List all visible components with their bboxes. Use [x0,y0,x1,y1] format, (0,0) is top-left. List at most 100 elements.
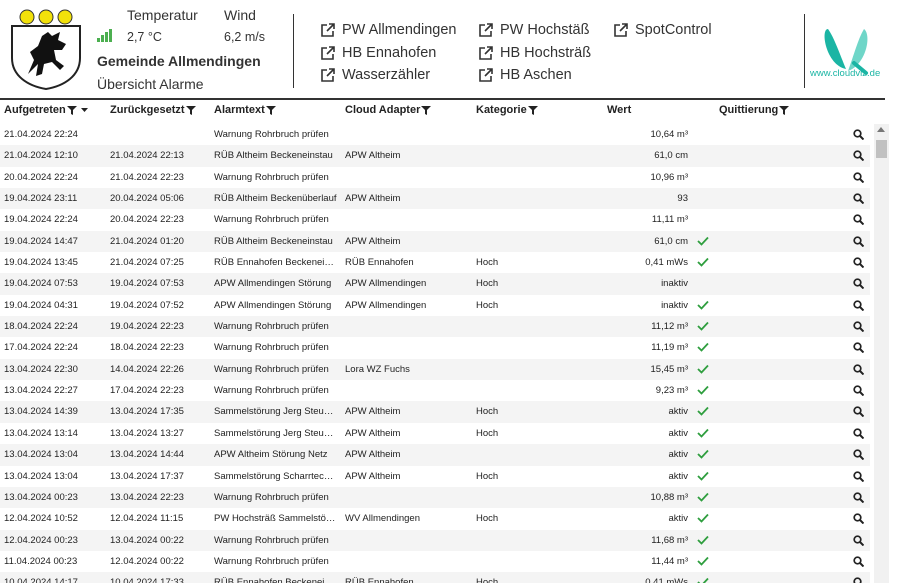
table-row[interactable]: 13.04.2024 00:23 13.04.2024 22:23 Warnung … [0,486,870,509]
cell-aufgetreten: 11.04.2024 00:23 [4,555,78,567]
magnifier-icon[interactable] [853,236,864,247]
filter-icon[interactable] [265,105,276,115]
cell-alarmtext: Warnung Rohrbruch prüfen [214,534,329,546]
table-row[interactable]: 19.04.2024 14:47 21.04.2024 01:20 RÜB Alth… [0,230,870,253]
link-spotcontrol[interactable]: SpotControl [613,22,712,38]
temperature-value: 2,7 °C [127,30,162,44]
magnifier-icon[interactable] [853,385,864,397]
magnifier-icon[interactable] [853,428,864,439]
cell-wert: 11,11 m³ [651,214,688,226]
column-alarmtext[interactable]: Alarmtext [214,104,276,116]
magnifier-icon[interactable] [853,577,864,583]
table-row[interactable]: 13.04.2024 13:04 13.04.2024 17:37 Sammelst… [0,466,870,487]
table-row[interactable]: 19.04.2024 04:31 19.04.2024 07:52 APW Allm… [0,295,870,316]
external-link-icon [614,23,628,37]
table-row[interactable]: 19.04.2024 23:11 20.04.2024 05:06 RÜB Alth… [0,188,870,210]
cell-alarmtext: APW Altheim Störung Netz [214,449,328,461]
column-quittierung[interactable]: Quittierung [719,104,790,116]
table-row[interactable]: 13.04.2024 22:30 14.04.2024 22:26 Warnung … [0,358,870,381]
table-row[interactable]: 13.04.2024 14:39 13.04.2024 17:35 Sammelst… [0,401,870,423]
magnifier-icon[interactable] [853,321,864,333]
table-row[interactable]: 19.04.2024 07:53 19.04.2024 07:53 APW Allm… [0,273,870,295]
cell-cloud-adapter: APW Altheim [345,449,401,461]
filter-icon[interactable] [779,105,790,115]
acknowledged-check-icon [697,492,709,502]
cell-cloud-adapter: Lora WZ Fuchs [345,363,410,375]
table-row[interactable]: 13.04.2024 13:14 13.04.2024 13:27 Sammelst… [0,423,870,444]
cell-alarmtext: Warnung Rohrbruch prüfen [214,342,329,354]
magnifier-icon[interactable] [853,172,864,183]
scrollbar[interactable] [874,124,889,583]
cell-alarmtext: Sammelstörung Jerg Steuerung [214,406,337,418]
filter-icon[interactable] [185,105,196,115]
table-row[interactable]: 17.04.2024 22:24 18.04.2024 22:23 Warnung … [0,337,870,358]
cell-zurueckgesetzt: 20.04.2024 05:06 [110,193,184,205]
acknowledged-check-icon [697,321,709,331]
cell-wert: 11,44 m³ [651,555,688,567]
cell-wert: 9,23 m³ [655,385,688,397]
magnifier-icon[interactable] [853,300,864,311]
link-label: Wasserzähler [342,67,431,83]
magnifier-icon[interactable] [853,406,864,418]
column-aufgetreten[interactable]: Aufgetreten [4,104,89,116]
scroll-up-arrow-icon[interactable] [877,127,885,132]
magnifier-icon[interactable] [853,257,864,269]
magnifier-icon[interactable] [853,129,864,140]
table-row[interactable]: 11.04.2024 00:23 12.04.2024 00:22 Warnung … [0,551,870,572]
magnifier-icon[interactable] [853,278,864,290]
filter-icon[interactable] [527,105,538,115]
table-row[interactable]: 12.04.2024 10:52 12.04.2024 11:15 PW Hochs… [0,508,870,529]
external-link-icon [321,68,335,82]
link-wasserzaehler[interactable]: Wasserzähler [320,67,430,83]
cell-zurueckgesetzt: 13.04.2024 17:35 [110,406,184,418]
cell-cloud-adapter: RÜB Ennahofen [345,257,414,269]
filter-icon[interactable] [66,105,77,115]
column-zurueckgesetzt[interactable]: Zurückgesetzt [110,104,196,116]
magnifier-icon[interactable] [853,150,864,162]
magnifier-icon[interactable] [853,492,864,503]
cell-aufgetreten: 13.04.2024 13:14 [4,427,78,439]
header-divider [293,14,294,88]
cell-zurueckgesetzt: 21.04.2024 22:23 [110,171,184,183]
magnifier-icon[interactable] [853,534,864,546]
magnifier-icon[interactable] [853,342,864,354]
magnifier-icon[interactable] [853,214,864,226]
magnifier-icon[interactable] [853,449,864,461]
table-row[interactable]: 10.04.2024 14:17 10.04.2024 17:33 RÜB Enna… [0,572,870,583]
cell-wert: aktiv [668,406,688,418]
column-cloud-adapter[interactable]: Cloud Adapter [345,104,432,116]
magnifier-icon[interactable] [853,470,864,482]
table-row[interactable]: 19.04.2024 22:24 20.04.2024 22:23 Warnung … [0,209,870,230]
cell-aufgetreten: 21.04.2024 22:24 [4,129,78,140]
table-row[interactable]: 13.04.2024 22:27 17.04.2024 22:23 Warnung … [0,380,870,401]
link-hb-hochstraess[interactable]: HB Hochsträß [478,45,591,61]
cell-cloud-adapter: APW Altheim [345,470,401,482]
cell-zurueckgesetzt: 19.04.2024 07:52 [110,299,184,311]
link-pw-hochstaess[interactable]: PW Hochstäß [478,22,589,38]
magnifier-icon[interactable] [853,556,864,567]
filter-icon[interactable] [421,105,432,115]
link-hb-ennahofen[interactable]: HB Ennahofen [320,45,436,61]
link-label: SpotControl [635,22,712,38]
link-hb-aschen[interactable]: HB Aschen [478,67,572,83]
table-row[interactable]: 12.04.2024 00:23 13.04.2024 00:22 Warnung … [0,529,870,551]
link-pw-allmendingen[interactable]: PW Allmendingen [320,22,456,38]
cell-wert: 11,12 m³ [651,321,688,333]
magnifier-icon[interactable] [853,364,864,375]
column-wert[interactable]: Wert [607,104,631,116]
table-row[interactable]: 18.04.2024 22:24 19.04.2024 22:23 Warnung … [0,316,870,338]
magnifier-icon[interactable] [853,193,864,205]
wind-value: 6,2 m/s [224,30,265,44]
scrollbar-thumb[interactable] [876,140,887,158]
magnifier-icon[interactable] [853,513,864,525]
cell-aufgetreten: 10.04.2024 14:17 [4,577,78,583]
cell-alarmtext: Warnung Rohrbruch prüfen [214,321,329,333]
cell-wert: 61,0 cm [654,235,688,247]
sort-desc-icon[interactable] [80,106,89,114]
table-row[interactable]: 13.04.2024 13:04 13.04.2024 14:44 APW Alth… [0,444,870,466]
table-row[interactable]: 20.04.2024 22:24 21.04.2024 22:23 Warnung … [0,167,870,188]
table-row[interactable]: 21.04.2024 22:24 Warnung Rohrbruch prüfen… [0,124,870,145]
column-kategorie[interactable]: Kategorie [476,104,538,116]
table-row[interactable]: 21.04.2024 12:10 21.04.2024 22:13 RÜB Alth… [0,145,870,167]
table-row[interactable]: 19.04.2024 13:45 21.04.2024 07:25 RÜB Enna… [0,252,870,273]
